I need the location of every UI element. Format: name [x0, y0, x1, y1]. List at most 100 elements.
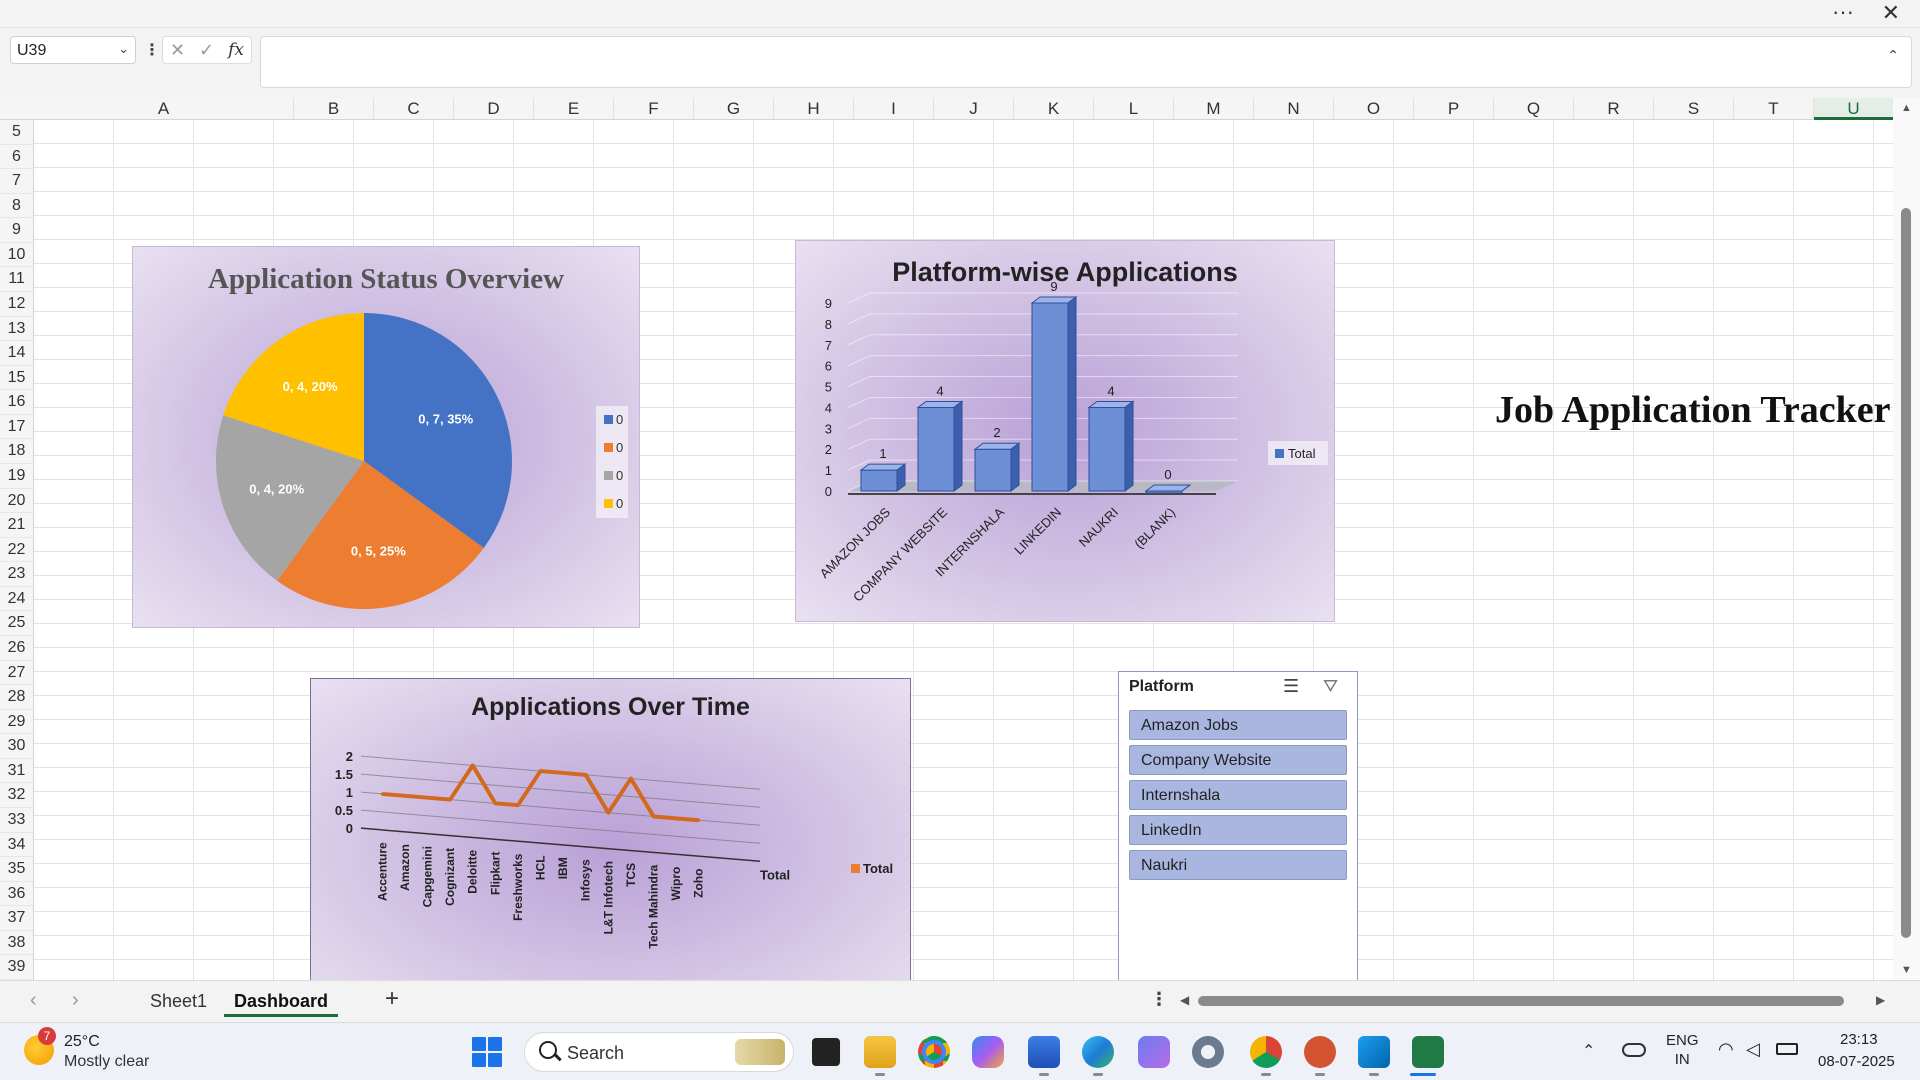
- column-header[interactable]: P: [1414, 98, 1494, 120]
- row-header[interactable]: 8: [0, 194, 33, 219]
- row-header[interactable]: 22: [0, 538, 33, 563]
- microsoft-store-icon[interactable]: [1028, 1036, 1060, 1068]
- tab-next-icon[interactable]: ›: [72, 989, 79, 1012]
- volume-icon[interactable]: ◁: [1746, 1039, 1760, 1060]
- bar[interactable]: [1087, 400, 1135, 492]
- scroll-left-icon[interactable]: ◀: [1180, 993, 1189, 1007]
- excel-icon[interactable]: [1412, 1036, 1444, 1068]
- row-header[interactable]: 37: [0, 906, 33, 931]
- row-header[interactable]: 20: [0, 489, 33, 514]
- insert-function-icon[interactable]: fx: [228, 40, 244, 60]
- horizontal-scroll-thumb[interactable]: [1198, 996, 1844, 1006]
- row-header[interactable]: 25: [0, 611, 33, 636]
- row-header[interactable]: 32: [0, 783, 33, 808]
- line-point[interactable]: [493, 801, 497, 805]
- row-header[interactable]: 31: [0, 759, 33, 784]
- line-point[interactable]: [584, 773, 588, 777]
- tray-expand-icon[interactable]: ⌃: [1582, 1041, 1595, 1061]
- column-header[interactable]: K: [1014, 98, 1094, 120]
- file-explorer-icon[interactable]: [864, 1036, 896, 1068]
- line-point[interactable]: [697, 818, 701, 822]
- scroll-up-icon[interactable]: ▲: [1901, 102, 1912, 114]
- row-header[interactable]: 29: [0, 710, 33, 735]
- line-point[interactable]: [403, 794, 407, 798]
- column-header[interactable]: R: [1574, 98, 1654, 120]
- vertical-scroll-thumb[interactable]: [1901, 208, 1911, 938]
- row-header[interactable]: 18: [0, 439, 33, 464]
- row-header[interactable]: 12: [0, 292, 33, 317]
- timeline-line-chart[interactable]: Applications Over Time 0 0.5 1 1.5 2 Total Acc…: [310, 678, 911, 1016]
- bar[interactable]: [1030, 296, 1078, 492]
- row-header[interactable]: 23: [0, 562, 33, 587]
- column-header[interactable]: M: [1174, 98, 1254, 120]
- bar[interactable]: [973, 442, 1021, 492]
- column-header[interactable]: O: [1334, 98, 1414, 120]
- cancel-icon[interactable]: ✕: [170, 40, 185, 61]
- chevron-up-icon[interactable]: ⌃: [1887, 47, 1899, 64]
- task-view-icon[interactable]: [810, 1036, 842, 1068]
- column-header[interactable]: S: [1654, 98, 1734, 120]
- line-point[interactable]: [606, 811, 610, 815]
- check-icon[interactable]: ✓: [199, 40, 214, 61]
- edge-icon[interactable]: [1082, 1036, 1114, 1068]
- powerpoint-icon[interactable]: [1304, 1036, 1336, 1068]
- column-header[interactable]: D: [454, 98, 534, 120]
- row-header[interactable]: 27: [0, 661, 33, 686]
- row-header[interactable]: 6: [0, 145, 33, 170]
- row-header[interactable]: 30: [0, 734, 33, 759]
- column-header[interactable]: B: [294, 98, 374, 120]
- line-point[interactable]: [652, 814, 655, 818]
- more-options-icon[interactable]: ···: [1832, 1, 1854, 23]
- line-point[interactable]: [539, 769, 542, 773]
- weather-temperature[interactable]: 25°C: [64, 1033, 100, 1051]
- close-icon[interactable]: ✕: [1882, 0, 1900, 26]
- slicer-item[interactable]: Internshala: [1129, 780, 1347, 810]
- multi-select-icon[interactable]: ☰: [1283, 676, 1299, 697]
- row-header[interactable]: 13: [0, 317, 33, 342]
- wifi-icon[interactable]: ◠: [1718, 1039, 1734, 1060]
- clock-date[interactable]: 08-07-2025: [1818, 1053, 1895, 1070]
- row-header[interactable]: 34: [0, 833, 33, 858]
- column-header[interactable]: I: [854, 98, 934, 120]
- bar[interactable]: [859, 463, 907, 492]
- column-header[interactable]: J: [934, 98, 1014, 120]
- chrome-icon[interactable]: [918, 1036, 950, 1068]
- settings-gear-icon[interactable]: [1192, 1036, 1224, 1068]
- copilot-icon[interactable]: [972, 1036, 1004, 1068]
- row-header[interactable]: 14: [0, 341, 33, 366]
- platform-bar-chart[interactable]: Platform-wise Applications 0 1 2 3 4 5 6 7 8 9 1 AM…: [795, 240, 1335, 622]
- row-header[interactable]: 24: [0, 587, 33, 612]
- add-sheet-button[interactable]: +: [385, 985, 399, 1013]
- row-header[interactable]: 38: [0, 931, 33, 956]
- bar[interactable]: [916, 400, 964, 492]
- slicer-item[interactable]: Company Website: [1129, 745, 1347, 775]
- row-header[interactable]: 26: [0, 636, 33, 661]
- chrome-profile-icon[interactable]: [1250, 1036, 1282, 1068]
- row-header[interactable]: 15: [0, 366, 33, 391]
- status-pie-chart[interactable]: Application Status Overview 0, 7, 35% 0, …: [132, 246, 640, 628]
- scroll-right-icon[interactable]: ▶: [1876, 993, 1885, 1007]
- vertical-dots-icon[interactable]: ⋮: [144, 40, 160, 60]
- row-header[interactable]: 16: [0, 390, 33, 415]
- line-series[interactable]: [382, 763, 699, 823]
- slicer-item[interactable]: Amazon Jobs: [1129, 710, 1347, 740]
- platform-slicer[interactable]: Platform ☰ ⛛ Amazon Jobs Company Website I…: [1118, 671, 1358, 996]
- column-header[interactable]: T: [1734, 98, 1814, 120]
- line-point[interactable]: [516, 803, 520, 807]
- name-box[interactable]: U39 ⌄: [10, 36, 136, 64]
- row-header[interactable]: 28: [0, 685, 33, 710]
- column-header[interactable]: L: [1094, 98, 1174, 120]
- row-header[interactable]: 21: [0, 513, 33, 538]
- slicer-item[interactable]: Naukri: [1129, 850, 1347, 880]
- row-header[interactable]: 33: [0, 808, 33, 833]
- clear-filter-icon[interactable]: ⛛: [1323, 676, 1338, 697]
- line-point[interactable]: [380, 792, 384, 796]
- chevron-down-icon[interactable]: ⌄: [118, 41, 129, 57]
- line-point[interactable]: [629, 777, 633, 781]
- bar[interactable]: [1144, 484, 1192, 494]
- language-indicator[interactable]: ENG IN: [1666, 1031, 1699, 1069]
- row-header[interactable]: 5: [0, 120, 33, 145]
- column-header[interactable]: G: [694, 98, 774, 120]
- onedrive-cloud-icon[interactable]: [1622, 1043, 1646, 1057]
- column-header[interactable]: Q: [1494, 98, 1574, 120]
